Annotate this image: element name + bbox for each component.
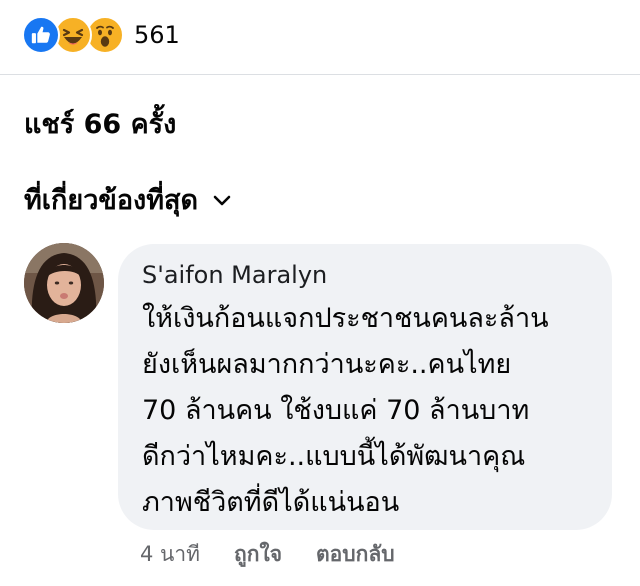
share-count[interactable]: แชร์ 66 ครั้ง	[24, 102, 176, 145]
comment-reply-button[interactable]: ตอบกลับ	[316, 538, 395, 571]
like-icon	[22, 16, 60, 54]
comment-timestamp[interactable]: 4 นาที	[140, 538, 200, 571]
comment-actions: 4 นาที ถูกใจ ตอบกลับ	[140, 538, 395, 571]
comment-text-line: ให้เงินก้อนแจกประชาชนคนละล้าน	[142, 303, 549, 334]
comment-bubble: S'aifon Maralyn ให้เงินก้อนแจกประชาชนคนล…	[118, 244, 612, 530]
divider	[0, 74, 640, 75]
reactions-summary[interactable]: 561	[22, 16, 180, 54]
comment-text-line: ภาพชีวิตที่ดีได้แน่นอน	[142, 487, 400, 518]
comment-filter-dropdown[interactable]: ที่เกี่ยวข้องที่สุด	[24, 178, 232, 221]
comment-text-line: 70 ล้านคน ใช้งบแค่ 70 ล้านบาท	[142, 395, 530, 426]
comment-like-button[interactable]: ถูกใจ	[234, 538, 282, 571]
comment-text-line: ยังเห็นผลมากกว่านะคะ..คนไทย	[142, 349, 512, 380]
avatar[interactable]	[24, 243, 104, 323]
comment-filter-label: ที่เกี่ยวข้องที่สุด	[24, 185, 199, 216]
reaction-count[interactable]: 561	[134, 21, 180, 49]
chevron-down-icon	[212, 193, 232, 207]
commenter-name[interactable]: S'aifon Maralyn	[142, 260, 588, 290]
comment-text: ให้เงินก้อนแจกประชาชนคนละล้าน ยังเห็นผลม…	[142, 296, 588, 526]
comment-text-line: ดีกว่าไหมคะ..แบบนี้ได้พัฒนาคุณ	[142, 441, 526, 472]
